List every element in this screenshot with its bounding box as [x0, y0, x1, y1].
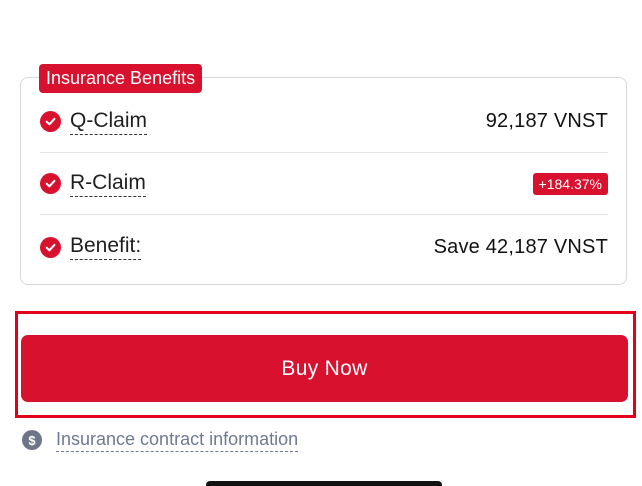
home-indicator [206, 481, 442, 486]
check-circle-icon [40, 173, 61, 194]
r-claim-percent-badge: +184.37% [532, 172, 608, 195]
q-claim-value: 92,187 VNST [485, 110, 608, 132]
dollar-circle-icon: $ [22, 430, 42, 450]
benefit-row-q-claim: Q-Claim 92,187 VNST [40, 91, 608, 153]
benefit-value: Save 42,187 VNST [433, 235, 608, 258]
check-circle-icon [40, 111, 61, 132]
q-claim-label[interactable]: Q-Claim [70, 109, 147, 135]
benefit-label[interactable]: Benefit: [70, 234, 142, 260]
r-claim-label[interactable]: R-Claim [70, 171, 146, 197]
buy-now-button[interactable]: Buy Now [21, 335, 628, 402]
check-circle-icon [40, 236, 61, 258]
benefit-row-r-claim: R-Claim +184.37% [40, 153, 608, 215]
benefit-row-benefit: Benefit: Save 42,187 VNST [40, 216, 608, 278]
contract-info-link[interactable]: Insurance contract information [56, 428, 299, 452]
card-title: Insurance Benefits [39, 64, 203, 93]
contract-info-row[interactable]: $ Insurance contract information [22, 428, 299, 452]
